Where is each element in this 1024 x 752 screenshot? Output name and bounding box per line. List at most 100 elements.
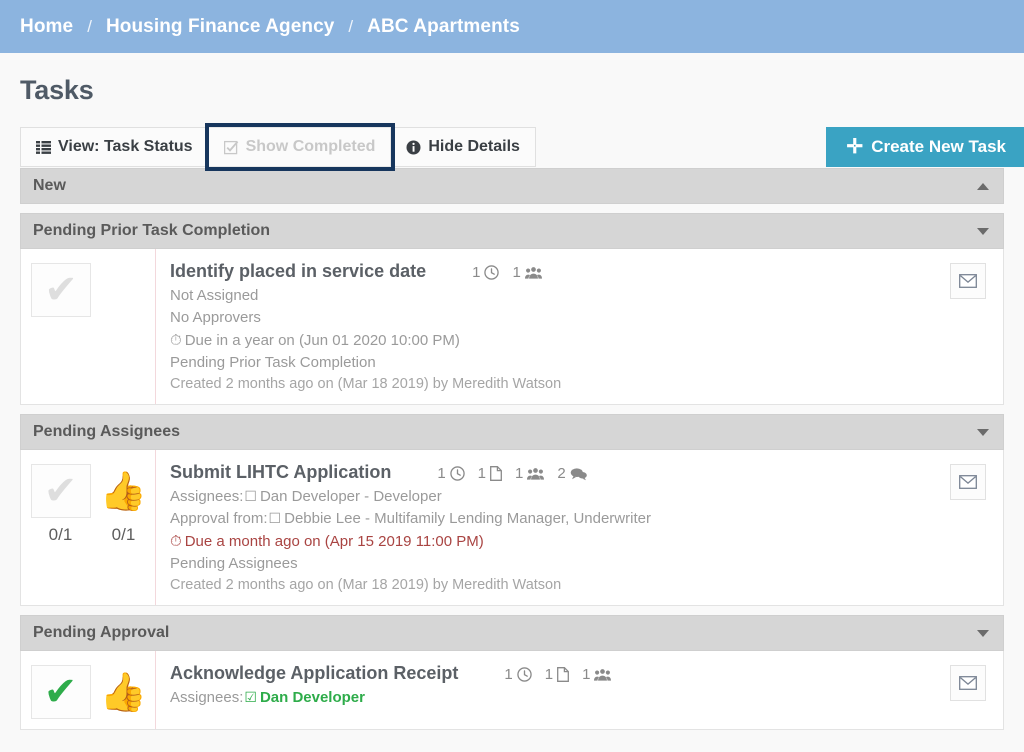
caret-down-icon[interactable] (977, 629, 989, 637)
clock-icon (449, 466, 465, 481)
task-created: Created 2 months ago on (Mar 18 2019) by… (170, 577, 562, 593)
users-icon (594, 668, 612, 682)
breadcrumb-item-housing-finance-agency[interactable]: Housing Finance Agency (106, 16, 334, 38)
badge-file[interactable]: 1 (478, 465, 502, 482)
list-icon (36, 140, 51, 154)
show-completed-label: Show Completed (245, 138, 376, 155)
task-status: Pending Assignees (170, 555, 298, 572)
task-header-row: Acknowledge Application Receipt 1 1 1 (170, 663, 933, 684)
section-title: Pending Prior Task Completion (33, 222, 271, 239)
caret-up-icon[interactable] (977, 182, 989, 190)
toolbar: View: Task Status Show Completed Hide De… (0, 106, 1024, 171)
complete-count: 0/1 (48, 525, 73, 544)
table-row[interactable]: ✔ Identify placed in service date 1 1 No… (20, 249, 1004, 405)
breadcrumb-item-home[interactable]: Home (20, 16, 73, 38)
complete-task-button[interactable]: ✔ (31, 263, 91, 317)
breadcrumb-separator: / (87, 16, 92, 36)
show-completed-button[interactable]: Show Completed (204, 123, 396, 171)
section-title: Pending Assignees (33, 423, 180, 440)
badge-clock[interactable]: 1 (504, 666, 532, 683)
task-assignees-label: Assignees: (170, 689, 244, 706)
task-due-text: Due a month ago on (Apr 15 2019 11:00 PM… (184, 533, 484, 550)
badge-clock[interactable]: 1 (472, 264, 500, 281)
badge-count: 1 (512, 264, 521, 281)
task-mail (933, 450, 1003, 605)
clock-icon (517, 667, 532, 682)
send-message-button[interactable] (950, 263, 986, 299)
badge-count: 2 (557, 465, 566, 482)
task-status: Pending Prior Task Completion (170, 354, 376, 371)
breadcrumb-item-abc-apartments[interactable]: ABC Apartments (367, 16, 520, 38)
users-icon (527, 467, 545, 481)
breadcrumb: Home / Housing Finance Agency / ABC Apar… (0, 0, 1024, 53)
task-approvers-label: Approval from: (170, 510, 268, 527)
hide-details-label: Hide Details (428, 138, 520, 155)
file-icon (557, 667, 570, 682)
task-details: Acknowledge Application Receipt 1 1 1 As… (155, 651, 933, 729)
hide-details-button[interactable]: Hide Details (391, 127, 536, 167)
badge-file[interactable]: 1 (545, 666, 570, 683)
section-title: New (33, 177, 66, 194)
task-header-row: Identify placed in service date 1 1 (170, 261, 933, 282)
section-header-pending-prior-task-completion[interactable]: Pending Prior Task Completion (20, 213, 1004, 249)
approve-count: 0/1 (111, 525, 136, 544)
task-approvers: Approval from:☐ Debbie Lee - Multifamily … (170, 510, 933, 527)
task-due-text: Due in a year on (Jun 01 2020 10:00 PM) (184, 332, 460, 349)
task-assignees: Assignees:☑ Dan Developer (170, 689, 933, 706)
comments-icon (570, 467, 587, 481)
caret-down-icon[interactable] (977, 227, 989, 235)
badge-users[interactable]: 1 (515, 465, 545, 482)
view-task-status-button[interactable]: View: Task Status (20, 127, 209, 167)
caret-down-icon[interactable] (977, 428, 989, 436)
approve-task-button[interactable]: 👍 (94, 464, 154, 518)
task-approvers-value: Debbie Lee - Multifamily Lending Manager… (284, 510, 651, 527)
checkbox-checked-icon[interactable]: ☑ (244, 690, 257, 706)
table-row[interactable]: ✔ 👍 Acknowledge Application Receipt 1 1 … (20, 651, 1004, 730)
task-title[interactable]: Acknowledge Application Receipt (170, 663, 458, 684)
complete-action: ✔ 0/1 (29, 464, 92, 595)
badge-comments[interactable]: 2 (557, 465, 587, 482)
send-message-button[interactable] (950, 665, 986, 701)
info-icon (406, 140, 421, 155)
badge-count: 1 (582, 666, 591, 683)
task-assignees-value: Dan Developer (259, 689, 365, 706)
checkbox-empty-icon[interactable]: ☐ (269, 511, 282, 527)
table-row[interactable]: ✔ 0/1 👍 0/1 Submit LIHTC Application 1 1… (20, 450, 1004, 606)
badge-count: 1 (477, 465, 487, 482)
task-assignees: Not Assigned (170, 287, 259, 304)
badge-users[interactable]: 1 (582, 666, 612, 683)
checkmark-icon: ✔ (44, 267, 78, 313)
envelope-icon (959, 676, 977, 690)
task-title[interactable]: Identify placed in service date (170, 261, 426, 282)
task-badges: 1 1 (472, 264, 542, 281)
approve-task-button[interactable]: 👍 (94, 665, 154, 719)
users-icon (524, 266, 542, 280)
create-new-task-button[interactable]: ✛ Create New Task (826, 127, 1024, 167)
badge-users[interactable]: 1 (512, 264, 542, 281)
badge-clock[interactable]: 1 (437, 465, 465, 482)
clock-icon (484, 265, 500, 280)
complete-task-button[interactable]: ✔ (30, 464, 91, 518)
complete-action: ✔ (29, 665, 92, 719)
task-badges: 1 1 (504, 666, 612, 683)
checkbox-checked-icon (223, 140, 239, 155)
task-details: Submit LIHTC Application 1 1 1 2 Assigne… (155, 450, 933, 605)
toolbar-button-group: View: Task Status Show Completed Hide De… (20, 123, 536, 171)
task-title[interactable]: Submit LIHTC Application (170, 462, 391, 483)
checkbox-empty-icon[interactable]: ☐ (244, 489, 257, 505)
thumbs-up-icon: 👍 (99, 670, 148, 714)
task-mail (933, 651, 1003, 729)
badge-count: 1 (472, 264, 481, 281)
task-created: Created 2 months ago on (Mar 18 2019) by… (170, 376, 562, 392)
clock-icon: ⏱ (170, 532, 182, 550)
section-header-new[interactable]: New (20, 168, 1004, 204)
task-approvers: No Approvers (170, 309, 261, 326)
section-header-pending-assignees[interactable]: Pending Assignees (20, 414, 1004, 450)
task-actions: ✔ 👍 (21, 651, 155, 729)
complete-task-button[interactable]: ✔ (30, 665, 91, 719)
section-title: Pending Approval (33, 624, 170, 641)
section-header-pending-approval[interactable]: Pending Approval (20, 615, 1004, 651)
view-task-status-label: View: Task Status (58, 138, 193, 155)
approve-action: 👍 0/1 (92, 464, 155, 595)
send-message-button[interactable] (950, 464, 986, 500)
